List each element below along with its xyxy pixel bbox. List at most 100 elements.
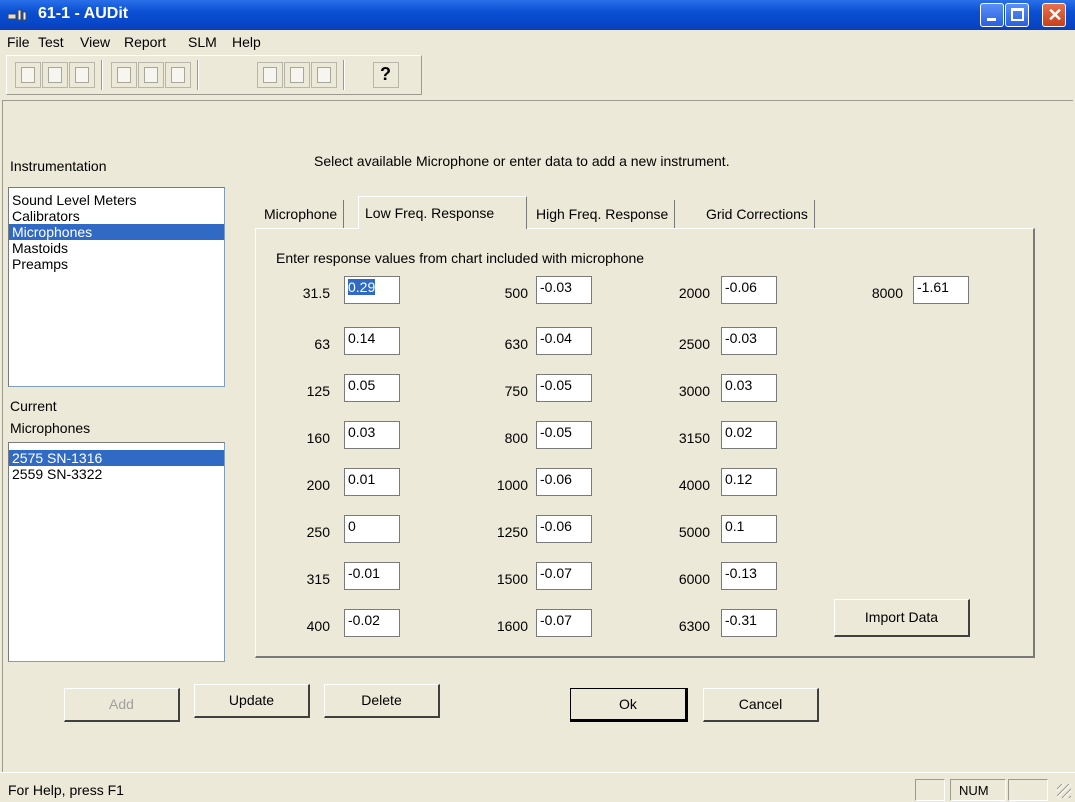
window-title: 61-1 - AUDit <box>38 5 129 22</box>
calibrator-icon <box>144 67 158 83</box>
freq-label: 3000 <box>678 383 710 399</box>
tab-low-freq-response[interactable]: Low Freq. Response <box>358 196 527 229</box>
freq-value-input[interactable]: 0.1 <box>721 515 777 543</box>
freq-label: 6000 <box>678 571 710 587</box>
freq-label: 1250 <box>496 524 528 540</box>
freq-value-input[interactable]: 0 <box>344 515 400 543</box>
freq-value-input[interactable]: 0.02 <box>721 421 777 449</box>
report2-icon <box>290 67 304 83</box>
freq-label: 1500 <box>496 571 528 587</box>
status-bar: For Help, press F1 NUM <box>0 772 1075 802</box>
freq-label: 800 <box>504 430 528 446</box>
freq-value-input[interactable]: -0.04 <box>536 327 592 355</box>
save-button[interactable] <box>69 62 95 88</box>
menu-file[interactable]: File <box>7 34 30 50</box>
menu-report[interactable]: Report <box>124 34 166 50</box>
freq-value-input[interactable]: -0.05 <box>536 421 592 449</box>
freq-value-input[interactable]: -0.06 <box>536 468 592 496</box>
menu-bar: File Test View Report SLM Help <box>0 30 1075 54</box>
freq-label: 4000 <box>678 477 710 493</box>
menu-help[interactable]: Help <box>232 34 261 50</box>
close-icon: ✕ <box>1047 5 1063 25</box>
freq-label: 31.5 <box>302 285 330 301</box>
list-item[interactable]: Sound Level Meters <box>9 192 224 208</box>
ok-button[interactable]: Ok <box>570 688 688 722</box>
sound-level-meter-icon <box>117 67 131 83</box>
report3-button[interactable] <box>311 62 337 88</box>
freq-value-input[interactable]: -0.07 <box>536 609 592 637</box>
import-data-button[interactable]: Import Data <box>834 599 970 637</box>
tab-microphone[interactable]: Microphone <box>258 200 345 229</box>
app-window: 61-1 - AUDit ✕ File Test View Report SLM… <box>0 0 1075 802</box>
freq-label: 8000 <box>871 285 903 301</box>
status-pane-num: NUM <box>950 779 1006 801</box>
freq-value-input[interactable]: -0.06 <box>536 515 592 543</box>
freq-label: 1000 <box>496 477 528 493</box>
close-button[interactable]: ✕ <box>1042 3 1066 27</box>
toolbar-separator <box>197 60 199 90</box>
update-button[interactable]: Update <box>194 684 310 718</box>
freq-value-input[interactable]: -0.03 <box>536 276 592 304</box>
freq-label: 160 <box>306 430 330 446</box>
calibrator-button[interactable] <box>138 62 164 88</box>
freq-label: 2000 <box>678 285 710 301</box>
freq-value-input[interactable]: -0.06 <box>721 276 777 304</box>
resize-grip-icon[interactable] <box>1057 784 1071 798</box>
freq-label: 2500 <box>678 336 710 352</box>
freq-value-input[interactable]: -0.01 <box>344 562 400 590</box>
freq-value-input[interactable]: 0.05 <box>344 374 400 402</box>
status-text: For Help, press F1 <box>8 782 124 798</box>
freq-value-input[interactable]: 0.12 <box>721 468 777 496</box>
new-button[interactable] <box>15 62 41 88</box>
maximize-button[interactable] <box>1005 3 1029 27</box>
freq-value-input[interactable]: -0.05 <box>536 374 592 402</box>
microphone-button[interactable] <box>165 62 191 88</box>
freq-value-input[interactable]: -0.13 <box>721 562 777 590</box>
panel-hint: Enter response values from chart include… <box>276 250 645 266</box>
menu-slm[interactable]: SLM <box>188 34 217 50</box>
freq-label: 6300 <box>678 618 710 634</box>
minimize-button[interactable] <box>980 3 1004 27</box>
current-microphones-list[interactable]: 2575 SN-1316 2559 SN-3322 <box>8 442 225 662</box>
status-pane-scroll <box>1008 779 1048 801</box>
toolbar-separator <box>343 60 345 90</box>
menu-test[interactable]: Test <box>38 34 64 50</box>
list-item[interactable]: 2575 SN-1316 <box>9 450 224 466</box>
title-bar[interactable]: 61-1 - AUDit ✕ <box>0 0 1075 30</box>
freq-value-input[interactable]: 0.03 <box>721 374 777 402</box>
freq-label: 125 <box>306 383 330 399</box>
save-icon <box>75 67 89 83</box>
microphone-icon <box>171 67 185 83</box>
microphones-label: Microphones <box>10 420 91 436</box>
current-label: Current <box>10 398 57 414</box>
cancel-button[interactable]: Cancel <box>703 688 819 722</box>
freq-label: 750 <box>504 383 528 399</box>
instrumentation-list[interactable]: Sound Level Meters Calibrators Microphon… <box>8 187 225 387</box>
add-button[interactable]: Add <box>64 688 180 722</box>
delete-button[interactable]: Delete <box>324 684 440 718</box>
freq-value-input[interactable]: -0.02 <box>344 609 400 637</box>
freq-label: 500 <box>504 285 528 301</box>
open-button[interactable] <box>42 62 68 88</box>
menu-view[interactable]: View <box>80 34 110 50</box>
freq-value-input[interactable]: -1.61 <box>913 276 969 304</box>
report3-icon <box>317 67 331 83</box>
list-item[interactable]: 2559 SN-3322 <box>9 466 224 482</box>
report2-button[interactable] <box>284 62 310 88</box>
freq-value-input[interactable]: 0.14 <box>344 327 400 355</box>
freq-value-input[interactable]: -0.03 <box>721 327 777 355</box>
sound-level-meter-button[interactable] <box>111 62 137 88</box>
freq-value-input[interactable]: -0.31 <box>721 609 777 637</box>
freq-value-input[interactable]: 0.03 <box>344 421 400 449</box>
list-item[interactable]: Microphones <box>9 224 224 240</box>
help-button[interactable]: ? <box>373 62 399 88</box>
tab-grid-corrections[interactable]: Grid Corrections <box>700 200 815 229</box>
list-item[interactable]: Preamps <box>9 256 224 272</box>
freq-value-input[interactable]: -0.07 <box>536 562 592 590</box>
list-item[interactable]: Calibrators <box>9 208 224 224</box>
list-item[interactable]: Mastoids <box>9 240 224 256</box>
freq-value-input[interactable]: 0.01 <box>344 468 400 496</box>
freq-value-input[interactable]: 0.29 <box>344 276 400 304</box>
tab-high-freq-response[interactable]: High Freq. Response <box>530 200 676 229</box>
report-button[interactable] <box>257 62 283 88</box>
